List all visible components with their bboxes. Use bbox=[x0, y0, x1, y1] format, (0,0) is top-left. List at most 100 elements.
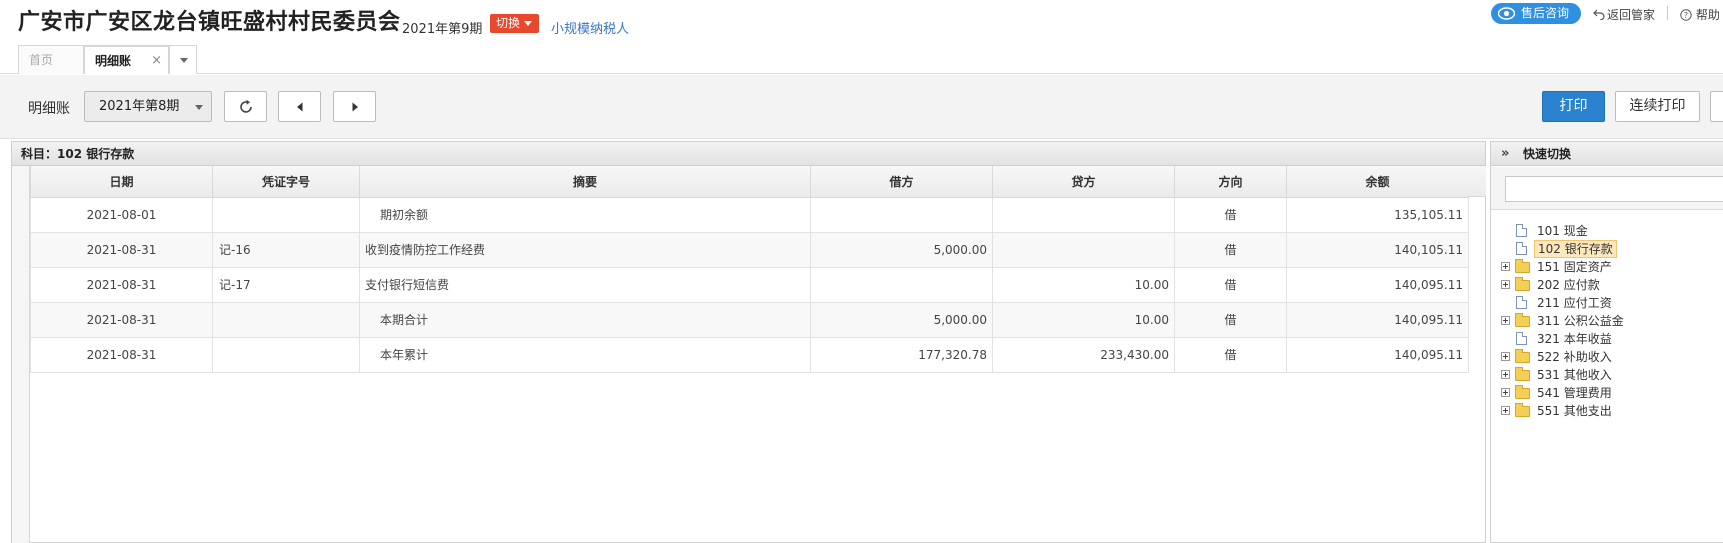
folder-icon bbox=[1515, 367, 1530, 381]
cell-voucher[interactable] bbox=[212, 301, 360, 338]
tree-item-151[interactable]: 151 固定资产 bbox=[1501, 258, 1723, 276]
refresh-button[interactable] bbox=[224, 91, 267, 122]
folder-icon bbox=[1515, 385, 1530, 399]
cell-summary: 期初余额 bbox=[359, 196, 811, 233]
tree-item-label: 202 应付款 bbox=[1537, 278, 1600, 292]
toolbar: 明细账 2021年第8期 打印 连续打印 bbox=[0, 75, 1723, 139]
chevron-down-icon bbox=[195, 105, 203, 110]
back-label: 返回管家 bbox=[1607, 8, 1656, 22]
continuous-print-button[interactable]: 连续打印 bbox=[1615, 91, 1700, 122]
cell-summary: 支付银行短信费 bbox=[359, 266, 811, 303]
tree-item-label: 531 其他收入 bbox=[1537, 368, 1612, 382]
eye-icon bbox=[1498, 7, 1515, 20]
tree-item-101[interactable]: 101 现金 bbox=[1501, 222, 1723, 240]
cell-date: 2021-08-31 bbox=[30, 231, 213, 268]
taxpayer-type-link[interactable]: 小规模纳税人 bbox=[551, 18, 629, 37]
tab-detail-ledger[interactable]: 明细账 × bbox=[84, 45, 169, 74]
table-row[interactable]: 2021-08-31 记-16 收到疫情防控工作经费 5,000.00 借 14… bbox=[30, 231, 1469, 268]
tree-item-label: 522 补助收入 bbox=[1537, 350, 1612, 364]
quick-search-input[interactable] bbox=[1505, 176, 1723, 202]
tree-item-label: 101 现金 bbox=[1537, 224, 1588, 238]
tree-item-541[interactable]: 541 管理费用 bbox=[1501, 384, 1723, 402]
table-row[interactable]: 2021-08-01 期初余额 借 135,105.11 bbox=[30, 196, 1469, 233]
expand-plus-icon[interactable] bbox=[1501, 352, 1510, 361]
next-period-button[interactable] bbox=[333, 91, 376, 122]
header-divider bbox=[1667, 6, 1668, 20]
top-header: 广安市广安区龙台镇旺盛村村民委员会 2021年第9期 切换 小规模纳税人 售后咨… bbox=[0, 0, 1723, 74]
tab-more-dropdown[interactable] bbox=[169, 45, 197, 74]
cell-direction: 借 bbox=[1174, 266, 1287, 303]
column-header-credit[interactable]: 贷方 bbox=[992, 166, 1175, 198]
tree-item-202[interactable]: 202 应付款 bbox=[1501, 276, 1723, 294]
expand-plus-icon[interactable] bbox=[1501, 388, 1510, 397]
cell-balance: 135,105.11 bbox=[1286, 196, 1469, 233]
cell-credit: 233,430.00 bbox=[992, 336, 1175, 373]
column-header-balance[interactable]: 余额 bbox=[1286, 166, 1469, 198]
chevron-down-icon bbox=[524, 21, 533, 26]
cell-voucher[interactable]: 记-17 bbox=[212, 266, 360, 303]
cell-summary: 本期合计 bbox=[359, 301, 811, 338]
tree-item-311[interactable]: 311 公积公益金 bbox=[1501, 312, 1723, 330]
expand-plus-icon[interactable] bbox=[1501, 370, 1510, 379]
tree-item-551[interactable]: 551 其他支出 bbox=[1501, 402, 1723, 420]
table-row[interactable]: 2021-08-31 本年累计 177,320.78 233,430.00 借 … bbox=[30, 336, 1469, 373]
current-period: 2021年第9期 bbox=[402, 22, 483, 37]
more-toolbar-button[interactable] bbox=[1710, 91, 1723, 122]
column-header-summary[interactable]: 摘要 bbox=[359, 166, 811, 198]
grid-header-filler bbox=[1468, 166, 1486, 197]
cell-debit bbox=[810, 266, 993, 303]
question-circle-icon: ? bbox=[1680, 8, 1696, 22]
cell-debit bbox=[810, 196, 993, 233]
tree-item-531[interactable]: 531 其他收入 bbox=[1501, 366, 1723, 384]
expand-plus-icon[interactable] bbox=[1501, 316, 1510, 325]
tab-home[interactable]: 首页 bbox=[18, 45, 84, 74]
previous-period-button[interactable] bbox=[278, 91, 321, 122]
table-row[interactable]: 2021-08-31 本期合计 5,000.00 10.00 借 140,095… bbox=[30, 301, 1469, 338]
switch-period-button[interactable]: 切换 bbox=[490, 14, 540, 33]
folder-icon bbox=[1515, 403, 1530, 417]
expand-plus-icon[interactable] bbox=[1501, 262, 1510, 271]
tree-item-label: 211 应付工资 bbox=[1537, 296, 1612, 310]
folder-icon bbox=[1515, 277, 1530, 291]
cell-direction: 借 bbox=[1174, 231, 1287, 268]
cell-credit: 10.00 bbox=[992, 266, 1175, 303]
period-select[interactable]: 2021年第8期 bbox=[84, 91, 212, 122]
expand-plus-icon[interactable] bbox=[1501, 406, 1510, 415]
document-icon bbox=[1516, 242, 1527, 255]
cell-direction: 借 bbox=[1174, 196, 1287, 233]
folder-icon bbox=[1515, 259, 1530, 273]
org-title: 广安市广安区龙台镇旺盛村村民委员会 bbox=[18, 10, 401, 35]
table-row[interactable]: 2021-08-31 记-17 支付银行短信费 10.00 借 140,095.… bbox=[30, 266, 1469, 303]
cell-direction: 借 bbox=[1174, 301, 1287, 338]
collapse-panel-icon[interactable]: » bbox=[1501, 142, 1509, 166]
cell-summary: 收到疫情防控工作经费 bbox=[359, 231, 811, 268]
document-icon bbox=[1516, 224, 1527, 237]
tree-item-211[interactable]: 211 应付工资 bbox=[1501, 294, 1723, 312]
help-link[interactable]: ? 帮助 bbox=[1680, 6, 1720, 23]
cell-summary: 本年累计 bbox=[359, 336, 811, 373]
chevron-down-icon bbox=[180, 58, 188, 63]
help-label: 帮助 bbox=[1695, 8, 1720, 22]
column-header-date[interactable]: 日期 bbox=[30, 166, 213, 198]
tree-item-522[interactable]: 522 补助收入 bbox=[1501, 348, 1723, 366]
column-header-debit[interactable]: 借方 bbox=[810, 166, 993, 198]
cell-voucher[interactable] bbox=[212, 196, 360, 233]
expand-plus-icon[interactable] bbox=[1501, 280, 1510, 289]
folder-icon bbox=[1515, 349, 1530, 363]
column-header-voucher[interactable]: 凭证字号 bbox=[212, 166, 360, 198]
back-to-manager-link[interactable]: 返回管家 bbox=[1593, 6, 1655, 23]
tree-item-label: 151 固定资产 bbox=[1537, 260, 1612, 274]
tree-item-321[interactable]: 321 本年收益 bbox=[1501, 330, 1723, 348]
tree-item-102[interactable]: 102 银行存款 bbox=[1501, 240, 1723, 258]
cell-date: 2021-08-31 bbox=[30, 336, 213, 373]
quick-switch-title: 快速切换 bbox=[1523, 147, 1572, 161]
cell-voucher[interactable]: 记-16 bbox=[212, 231, 360, 268]
quick-switch-header: » 快速切换 bbox=[1491, 142, 1723, 166]
close-icon[interactable]: × bbox=[151, 47, 162, 75]
cell-voucher[interactable] bbox=[212, 336, 360, 373]
column-header-direction[interactable]: 方向 bbox=[1174, 166, 1287, 198]
after-sales-consult-button[interactable]: 售后咨询 bbox=[1491, 3, 1581, 24]
print-button[interactable]: 打印 bbox=[1542, 91, 1605, 122]
account-tree: 101 现金 102 银行存款 151 固定资产 202 应付款 211 应付工… bbox=[1501, 222, 1723, 420]
document-icon bbox=[1516, 332, 1527, 345]
